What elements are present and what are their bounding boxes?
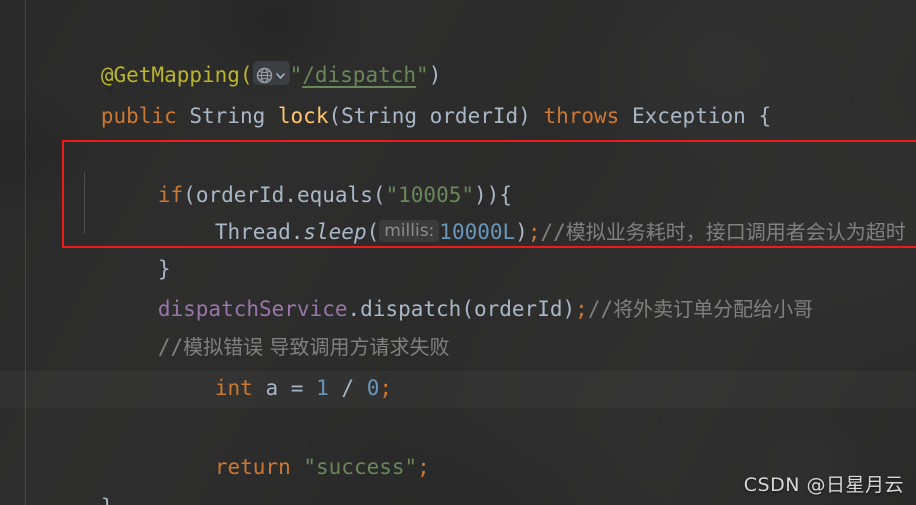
method-name-lock: lock xyxy=(277,104,329,128)
paren-open-line2: ( xyxy=(328,104,342,128)
code-line-7[interactable]: //模拟错误 导致调用方请求失败 xyxy=(0,292,916,359)
code-line-1[interactable]: @GetMapping("/dispatch") xyxy=(0,20,916,87)
keyword-throws: throws xyxy=(543,104,620,128)
param-name-orderid: orderId xyxy=(429,104,519,128)
param-type-string: String xyxy=(341,104,417,128)
code-line-6[interactable]: dispatchService.dispatch(orderId);//将外卖订… xyxy=(0,254,916,321)
brace-close-method: } xyxy=(101,495,114,505)
code-line-3[interactable]: if(orderId.equals("10005")){ xyxy=(0,140,916,207)
paren-close-line2: ) xyxy=(518,104,531,128)
type-exception: Exception xyxy=(631,104,746,128)
code-line-4[interactable]: Thread.sleep(millis: 10000L);//模拟业务耗时，接口调… xyxy=(0,177,916,244)
code-line-8[interactable]: int a = 1 / 0; xyxy=(0,333,916,400)
code-line-5[interactable]: } xyxy=(0,214,916,281)
csdn-watermark: CSDN @日星月云 xyxy=(743,474,904,496)
code-editor-surface[interactable]: @GetMapping("/dispatch") public String l… xyxy=(0,0,916,505)
code-line-10[interactable]: return "success"; xyxy=(0,412,916,479)
keyword-public: public xyxy=(100,104,177,128)
code-line-9-blank[interactable] xyxy=(0,371,916,408)
screenshot-root: @GetMapping("/dispatch") public String l… xyxy=(0,0,916,505)
brace-open-method: { xyxy=(758,104,772,128)
code-line-2[interactable]: public String lock(String orderId) throw… xyxy=(0,61,916,128)
type-string-return: String xyxy=(189,104,266,128)
